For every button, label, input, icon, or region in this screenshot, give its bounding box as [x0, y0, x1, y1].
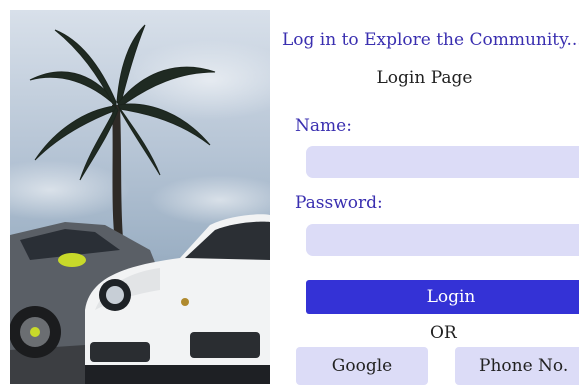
name-input[interactable]: [306, 146, 579, 178]
phone-login-button[interactable]: Phone No.: [455, 347, 579, 385]
login-button[interactable]: Login: [306, 280, 579, 314]
login-form: Log in to Explore the Community... Login…: [270, 0, 579, 385]
palm-tree-cars-illustration: [10, 10, 270, 384]
password-input[interactable]: [306, 224, 579, 256]
or-divider: OR: [430, 323, 457, 343]
name-label: Name:: [295, 116, 352, 136]
hero-photo: [10, 10, 270, 384]
google-login-button[interactable]: Google: [296, 347, 428, 385]
tagline: Log in to Explore the Community...: [282, 30, 579, 50]
page-title: Login Page: [376, 68, 473, 88]
password-label: Password:: [295, 193, 383, 213]
login-page: Log in to Explore the Community... Login…: [0, 0, 579, 385]
